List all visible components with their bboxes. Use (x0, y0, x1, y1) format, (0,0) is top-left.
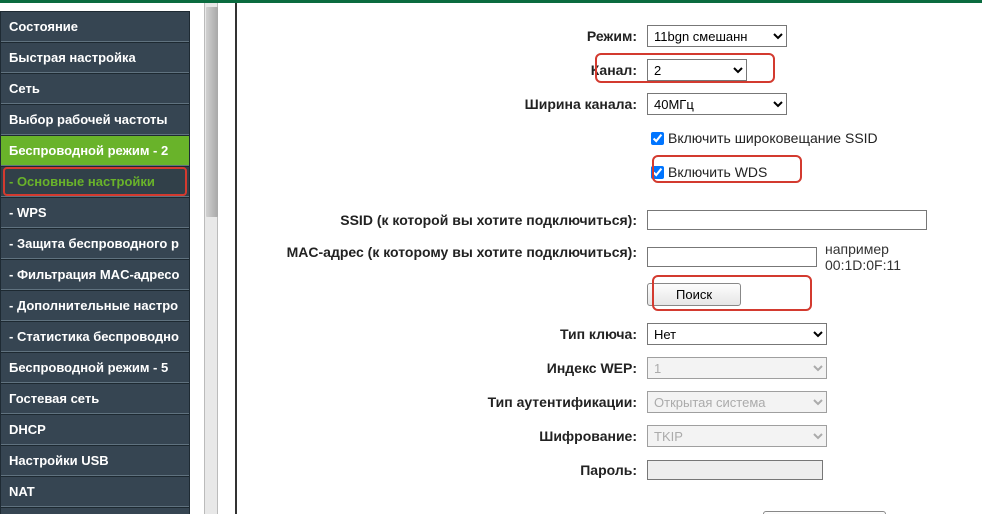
sidebar-item-mac-filter[interactable]: - Фильтрация MAC-адресо (1, 259, 189, 290)
label-enable-wds: Включить WDS (668, 164, 767, 180)
label-ssid: SSID (к которой вы хотите подключиться): (257, 212, 647, 228)
sidebar-item-network[interactable]: Сеть (1, 73, 189, 104)
sidebar-item-guest-network[interactable]: Гостевая сеть (1, 383, 189, 414)
sidebar-item-quick-setup[interactable]: Быстрая настройка (1, 42, 189, 73)
row-mode: Режим: 11bgn смешанн (257, 23, 962, 49)
row-ssid: SSID (к которой вы хотите подключиться): (257, 207, 962, 233)
label-password: Пароль: (257, 462, 647, 478)
row-password: Пароль: (257, 457, 962, 483)
row-enable-wds: Включить WDS (257, 159, 962, 185)
sidebar-item-wireless-2[interactable]: Беспроводной режим - 2 (1, 135, 189, 166)
row-mac: MAC-адрес (к которому вы хотите подключи… (257, 241, 962, 273)
label-auth-type: Тип аутентификации: (257, 394, 647, 410)
select-channel[interactable]: 2 (647, 59, 747, 81)
row-ssid-broadcast: Включить широковещание SSID (257, 125, 962, 151)
row-auth-type: Тип аутентификации: Открытая система (257, 389, 962, 415)
label-mode: Режим: (257, 28, 647, 44)
sidebar: Состояние Быстрая настройка Сеть Выбор р… (0, 3, 205, 514)
label-width: Ширина канала: (257, 96, 647, 112)
row-save: Сохранить (257, 509, 962, 514)
label-wep-index: Индекс WEP: (257, 360, 647, 376)
sidebar-item-frequency[interactable]: Выбор рабочей частоты (1, 104, 189, 135)
input-mac[interactable] (647, 247, 817, 267)
row-key-type: Тип ключа: Нет (257, 321, 962, 347)
main-content: Режим: 11bgn смешанн Канал: 2 Ширина кан… (237, 3, 982, 514)
sidebar-scrollbar[interactable] (204, 3, 218, 514)
sidebar-item-wireless-stats[interactable]: - Статистика беспроводно (1, 321, 189, 352)
select-encryption: TKIP (647, 425, 827, 447)
sidebar-item-nat[interactable]: NAT (1, 476, 189, 507)
sidebar-item-wps[interactable]: - WPS (1, 197, 189, 228)
label-encryption: Шифрование: (257, 428, 647, 444)
sidebar-item-forwarding[interactable]: Переадресация (1, 507, 189, 514)
save-button[interactable]: Сохранить (763, 511, 886, 514)
scrollbar-thumb[interactable] (206, 7, 218, 217)
row-search: Поиск (257, 281, 962, 307)
sidebar-item-usb[interactable]: Настройки USB (1, 445, 189, 476)
select-key-type[interactable]: Нет (647, 323, 827, 345)
sidebar-item-wireless-security[interactable]: - Защита беспроводного р (1, 228, 189, 259)
checkbox-enable-wds[interactable] (651, 166, 664, 179)
row-width: Ширина канала: 40МГц (257, 91, 962, 117)
sidebar-menu: Состояние Быстрая настройка Сеть Выбор р… (0, 11, 190, 514)
app-frame: Состояние Быстрая настройка Сеть Выбор р… (0, 0, 982, 514)
hint-mac: например 00:1D:0F:11 (825, 241, 962, 273)
row-channel: Канал: 2 (257, 57, 962, 83)
row-wep-index: Индекс WEP: 1 (257, 355, 962, 381)
sidebar-item-wireless-5[interactable]: Беспроводной режим - 5 (1, 352, 189, 383)
select-wep-index: 1 (647, 357, 827, 379)
checkbox-ssid-broadcast[interactable] (651, 132, 664, 145)
row-encryption: Шифрование: TKIP (257, 423, 962, 449)
sidebar-item-label: - Основные настройки (9, 174, 155, 189)
sidebar-item-basic-settings[interactable]: - Основные настройки (1, 166, 189, 197)
input-ssid[interactable] (647, 210, 927, 230)
select-auth-type: Открытая система (647, 391, 827, 413)
select-mode[interactable]: 11bgn смешанн (647, 25, 787, 47)
label-key-type: Тип ключа: (257, 326, 647, 342)
label-mac: MAC-адрес (к которому вы хотите подключи… (257, 241, 647, 261)
input-password (647, 460, 823, 480)
label-channel: Канал: (257, 62, 647, 78)
select-width[interactable]: 40МГц (647, 93, 787, 115)
sidebar-item-status[interactable]: Состояние (1, 12, 189, 42)
sidebar-item-advanced[interactable]: - Дополнительные настро (1, 290, 189, 321)
search-button[interactable]: Поиск (647, 283, 741, 306)
label-ssid-broadcast: Включить широковещание SSID (668, 130, 878, 146)
sidebar-item-dhcp[interactable]: DHCP (1, 414, 189, 445)
